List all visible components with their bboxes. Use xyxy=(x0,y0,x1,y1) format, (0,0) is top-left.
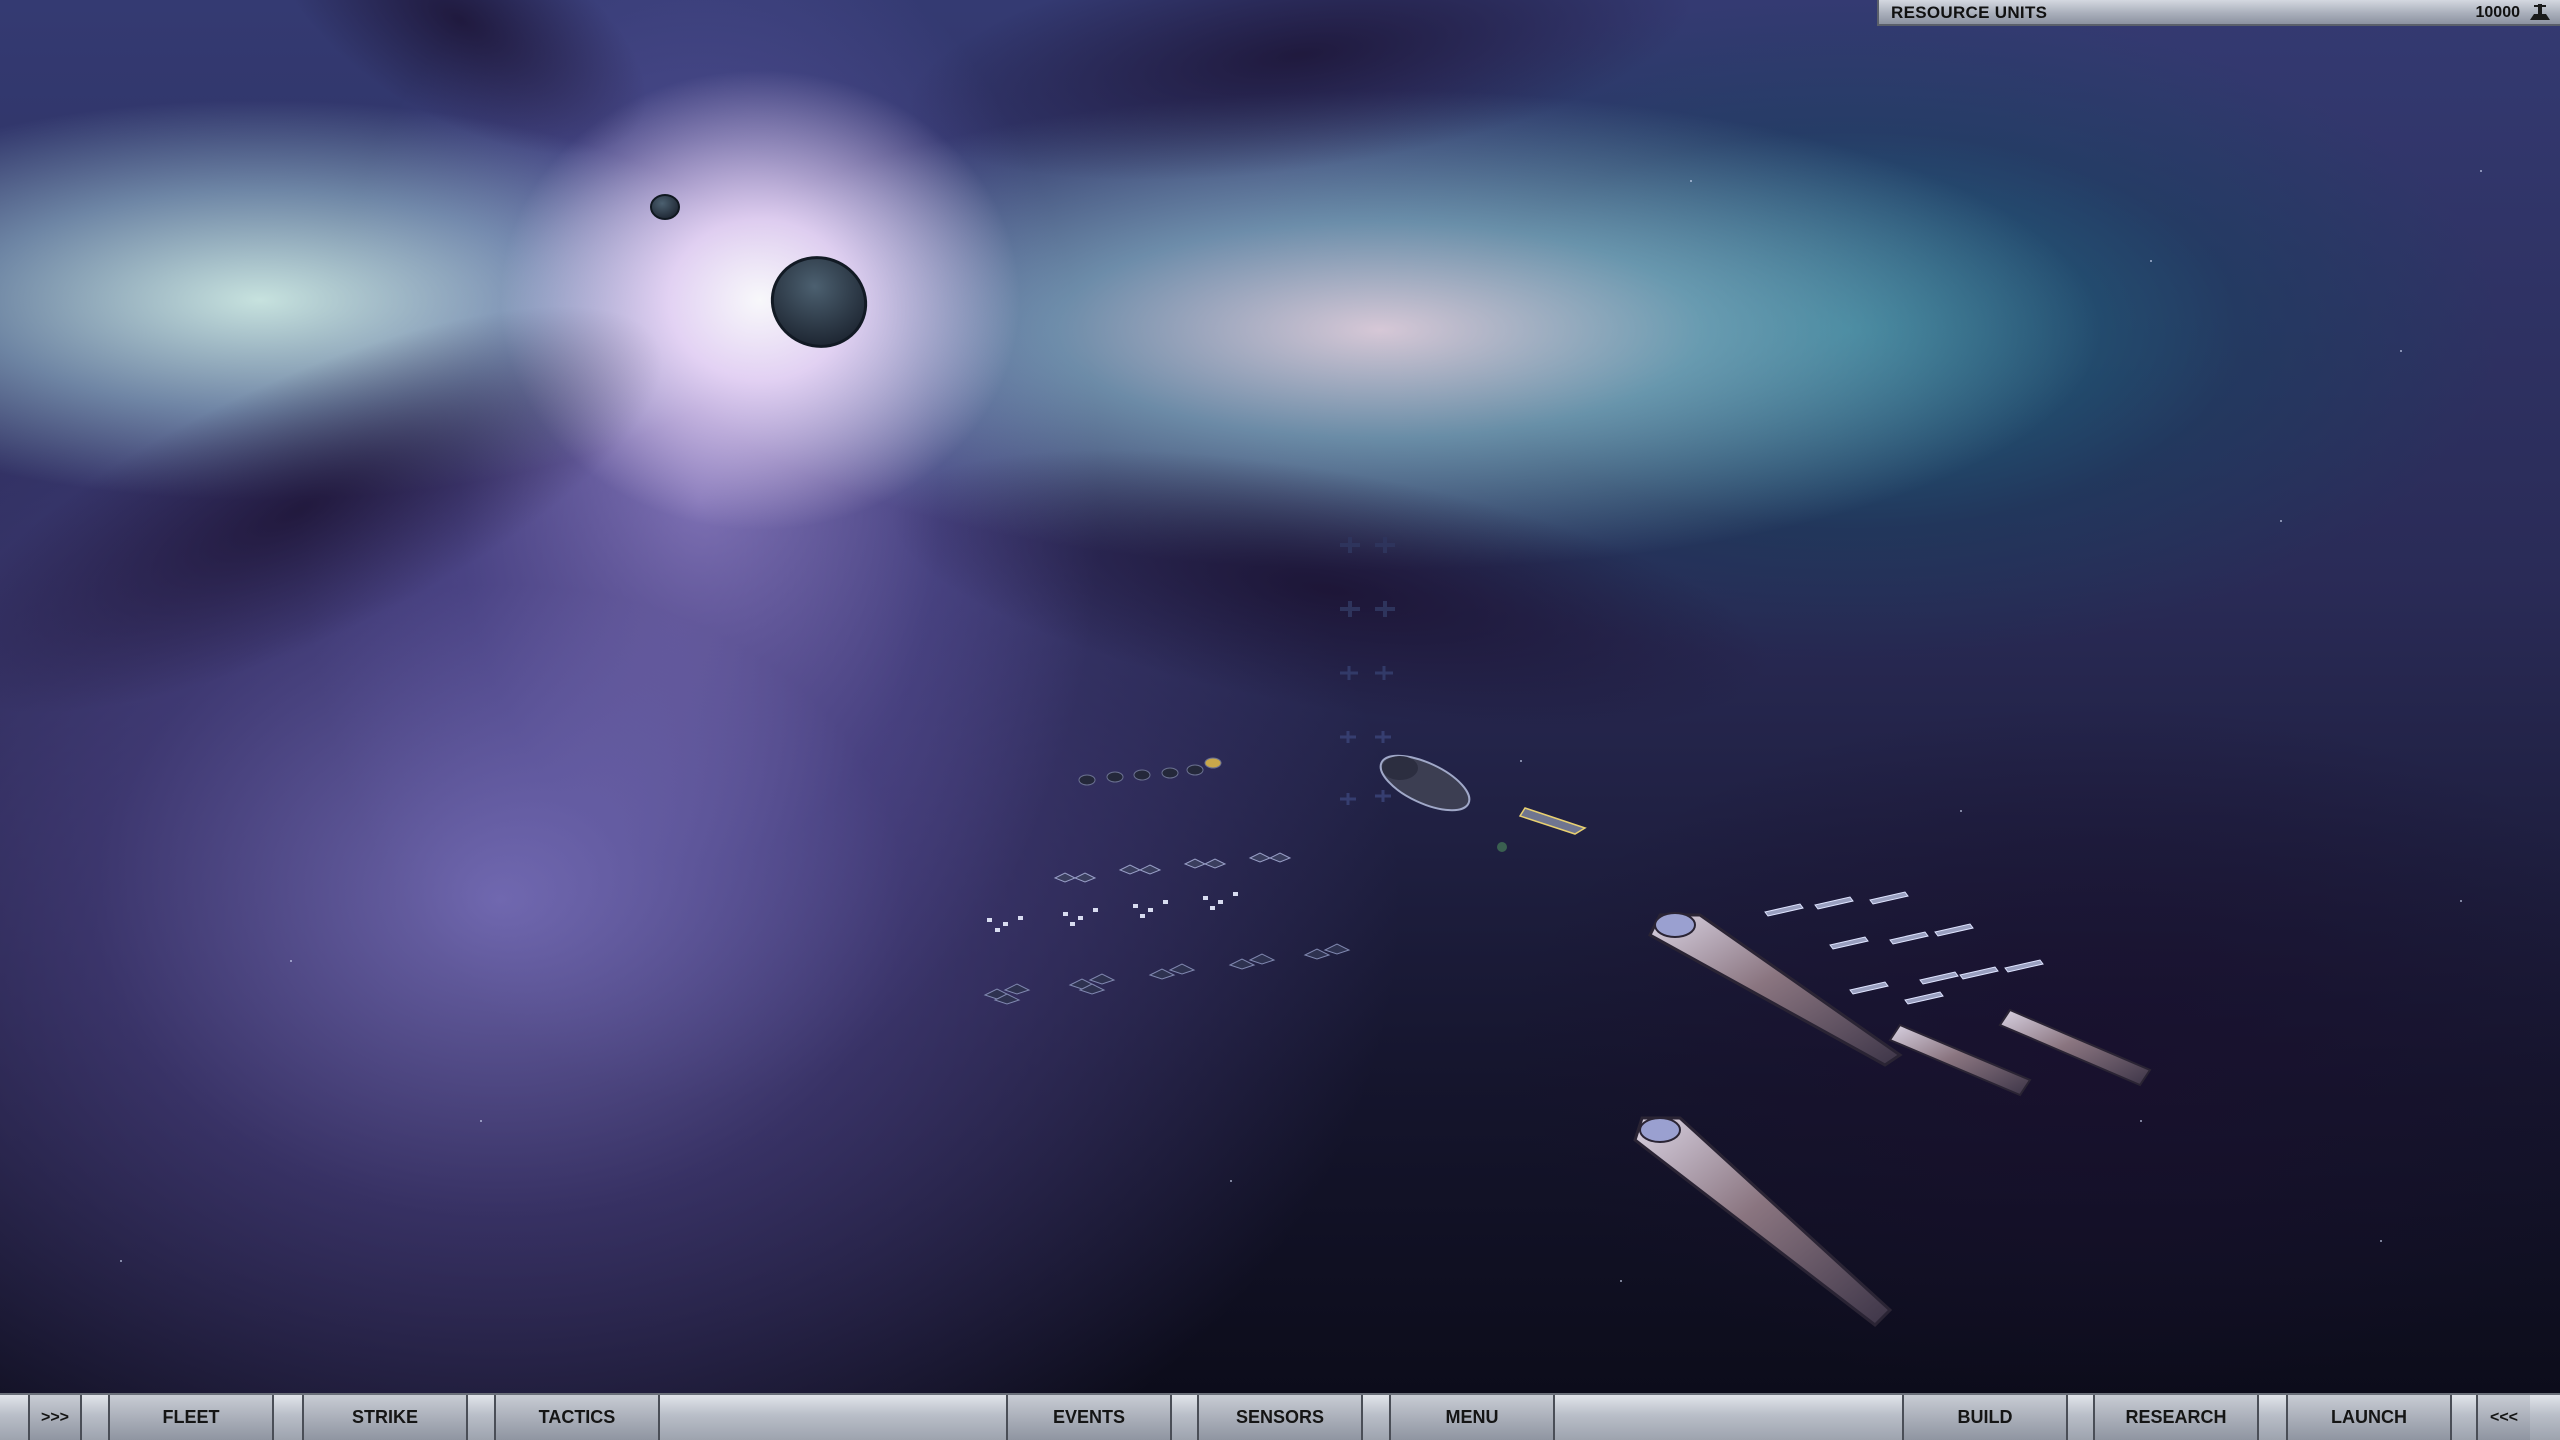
destroyer-escort[interactable] xyxy=(1888,1008,2152,1097)
bomber-formation[interactable] xyxy=(983,943,1351,1005)
resource-units-label: RESOURCE UNITS xyxy=(1891,3,2048,22)
space-viewport[interactable] xyxy=(0,0,2560,1440)
expand-left-button[interactable]: >>> xyxy=(28,1395,82,1440)
fleet-button[interactable]: FLEET xyxy=(108,1395,274,1440)
interceptor-formation[interactable] xyxy=(1053,852,1292,883)
launch-button[interactable]: LAUNCH xyxy=(2286,1395,2452,1440)
corvette-row[interactable] xyxy=(1078,757,1222,786)
scout-formation[interactable] xyxy=(987,892,1238,932)
sensors-button[interactable]: SENSORS xyxy=(1197,1395,1363,1440)
resource-units-value: 10000 xyxy=(2475,4,2521,21)
events-button[interactable]: EVENTS xyxy=(1006,1395,1172,1440)
mothership-lower[interactable] xyxy=(1633,1116,1893,1327)
strike-button[interactable]: STRIKE xyxy=(302,1395,468,1440)
command-bar: >>> FLEET STRIKE TACTICS EVENTS SENSORS … xyxy=(0,1393,2560,1440)
research-button[interactable]: RESEARCH xyxy=(2093,1395,2259,1440)
asteroid-large[interactable] xyxy=(760,245,878,360)
probe-ship[interactable] xyxy=(1518,807,1587,835)
resource-units-panel: RESOURCE UNITS 10000 xyxy=(1877,0,2560,26)
resource-pod[interactable] xyxy=(1497,842,1507,852)
battlefield[interactable] xyxy=(0,0,2560,1393)
build-button[interactable]: BUILD xyxy=(1902,1395,2068,1440)
frigate-group[interactable] xyxy=(1764,891,2044,1005)
resource-icon xyxy=(2530,4,2550,20)
menu-button[interactable]: MENU xyxy=(1389,1395,1555,1440)
command-carrier[interactable] xyxy=(1373,745,1477,822)
asteroid-small[interactable] xyxy=(650,194,680,220)
tactics-button[interactable]: TACTICS xyxy=(494,1395,660,1440)
expand-right-button[interactable]: <<< xyxy=(2476,1395,2530,1440)
